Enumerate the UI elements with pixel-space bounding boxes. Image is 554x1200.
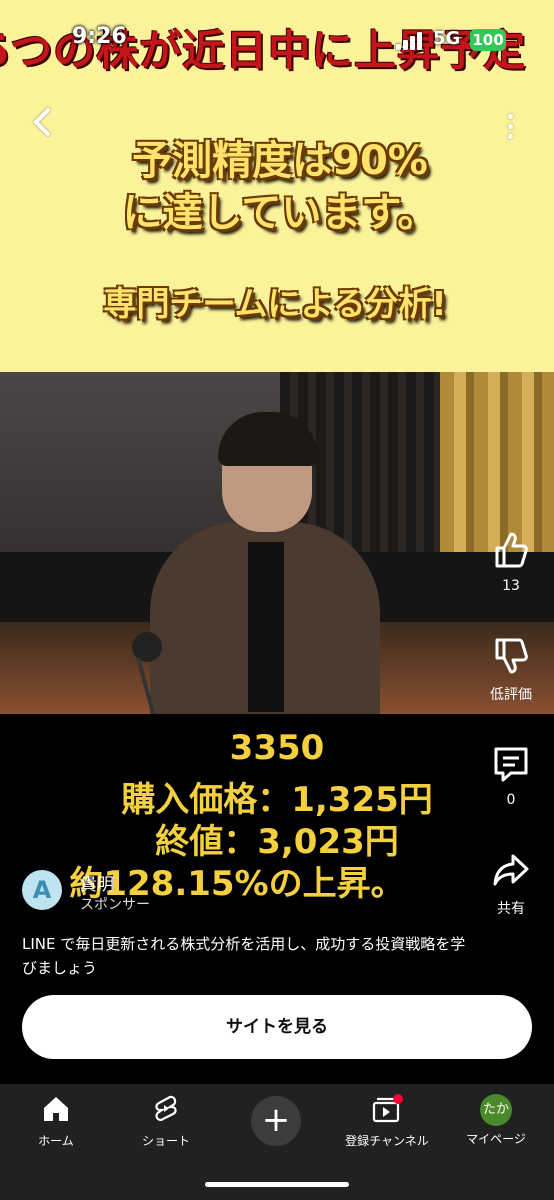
status-bar: 9:26 5G 100: [0, 0, 554, 84]
home-indicator: [205, 1182, 349, 1187]
share-label: 共有: [497, 901, 525, 917]
like-count: 13: [502, 578, 520, 594]
network-type: 5G: [433, 28, 461, 49]
overlay-increase: 約128.15%の上昇。: [69, 864, 405, 904]
subscriptions-icon: [372, 1094, 403, 1123]
nav-home-label: ホーム: [38, 1134, 74, 1148]
ad-headline-line3: 専門チームによる分析!: [103, 284, 447, 323]
shorts-icon: [155, 1095, 177, 1122]
dislike-label: 低評価: [490, 687, 532, 703]
visit-site-button[interactable]: サイトを見る: [22, 995, 532, 1059]
comment-icon: [494, 747, 528, 782]
sponsor-label: スポンサー: [80, 897, 150, 913]
create-plus-button[interactable]: +: [251, 1096, 301, 1146]
sponsor-channel-name[interactable]: 貴明: [80, 870, 114, 895]
home-icon: [44, 1097, 68, 1121]
sponsor-avatar[interactable]: A: [22, 870, 62, 910]
overlay-stock-code: 3350: [229, 728, 325, 768]
signal-icon: [396, 30, 426, 50]
nav-home[interactable]: ホーム: [6, 1094, 106, 1149]
video-player[interactable]: [0, 372, 554, 714]
nav-subscriptions-label: 登録チャンネル: [345, 1134, 429, 1148]
comments-count: 0: [506, 792, 516, 808]
speaker-shirt: [248, 542, 284, 712]
ad-headline-line2: に達しています。: [122, 190, 438, 236]
ad-description: LINE で毎日更新される株式分析を活用し、成功する投資戦略を学びましょう: [22, 935, 466, 977]
comments-button[interactable]: 0: [480, 744, 542, 808]
nav-shorts-label: ショート: [141, 1134, 190, 1148]
user-avatar: たか: [480, 1094, 512, 1126]
battery-icon: 100: [470, 29, 506, 51]
thumbs-down-icon: [495, 638, 528, 674]
like-button[interactable]: 13: [480, 530, 542, 594]
nav-shorts[interactable]: ショート: [116, 1094, 216, 1149]
share-icon: [493, 854, 529, 886]
ad-headline-line1: 予測精度は90%: [132, 138, 428, 184]
dislike-button[interactable]: 低評価: [480, 636, 542, 704]
nav-me[interactable]: たか マイページ: [446, 1094, 546, 1147]
more-options-icon[interactable]: [506, 114, 516, 144]
back-icon[interactable]: [26, 104, 62, 140]
thumbs-up-icon: [495, 532, 528, 568]
status-time: 9:26: [72, 24, 127, 49]
share-button[interactable]: 共有: [480, 850, 542, 918]
nav-subscriptions[interactable]: 登録チャンネル: [337, 1094, 437, 1149]
nav-me-label: マイページ: [466, 1132, 526, 1146]
